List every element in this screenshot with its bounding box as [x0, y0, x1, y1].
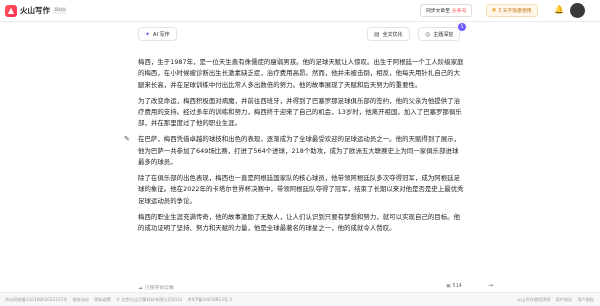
cloud-icon: ☁ — [138, 286, 143, 291]
ai-write-label: AI 写作 — [153, 31, 170, 38]
footer-user-privacy[interactable]: 用户隐私 — [577, 297, 594, 303]
sync-label: 同步文章至 — [426, 9, 450, 14]
sync-target: 头条号 — [452, 9, 467, 14]
footer-user-agreement[interactable]: 用户协议 — [555, 297, 572, 303]
word-count-value: 514 — [452, 284, 462, 289]
save-status-text: 已保存到云端 — [144, 286, 174, 291]
editor-area: ✦ AI 写作 ▤ 全文优化 ◎ 主题深挖 5 ✎ 梅西，生于1987年，是一位… — [0, 22, 600, 292]
coin-icon: ◉ — [492, 8, 497, 13]
top-bar: ▲ 火山写作 Beta 同步文章至 头条号 ◉ 3 天不限量使用 🔔 — [0, 0, 600, 22]
paragraph[interactable]: 梅西，生于1987年，是一位天生患有侏儒症的瘦弱男孩。他的足球天赋让人惊叹。出生… — [138, 57, 464, 91]
paragraph[interactable]: 在巴萨，梅西凭借卓越的球技和出色的表现，逐渐成为了全球最受欢迎的足球运动员之一。… — [138, 134, 464, 168]
trial-button[interactable]: ◉ 3 天不限量使用 — [486, 4, 538, 17]
save-status: ☁ 已保存到云端 — [138, 284, 174, 291]
sparkle-icon: ✦ — [145, 30, 151, 38]
trial-label: 3 天不限量使用 — [498, 9, 532, 14]
full-optimize-button[interactable]: ▤ 全文优化 — [367, 27, 410, 41]
footer: 京公网安备11010802032137号 服务协议 隐私政策 © 北京火山引擎科… — [0, 292, 600, 306]
footer-privacy[interactable]: 隐私政策 — [94, 297, 111, 303]
footer-service[interactable]: 服务协议 — [72, 297, 89, 303]
sync-to-toutiao-button[interactable]: 同步文章至 头条号 — [420, 4, 473, 17]
app-name: 火山写作 — [20, 6, 50, 15]
beta-badge: Beta — [53, 7, 68, 14]
full-optimize-label: 全文优化 — [382, 31, 403, 38]
doc-count-icon: ▣ — [446, 284, 451, 289]
paragraph[interactable]: 为了改变命运，梅西积极面对病魔，并前往西班牙，并得到了巴塞罗那足球俱乐部的签约，… — [138, 96, 464, 130]
footer-usage-statement[interactable]: 火山写作使用声明 — [517, 297, 551, 303]
paragraph[interactable]: 梅西的职业生涯充满传奇，他的故事激励了无数人，让人们认识到只要有梦想和努力，就可… — [138, 212, 464, 235]
footer-beian[interactable]: 京公网安备11010802032137号 — [5, 297, 67, 303]
word-count: ▣ 514 — [446, 284, 462, 289]
footer-copyright: © 北京火山引擎科技有限公司2022 — [115, 296, 183, 302]
volcano-logo-icon: ▲ — [5, 4, 17, 17]
bell-icon[interactable]: 🔔 — [554, 5, 564, 14]
topic-expand-label: 主题深挖 — [433, 31, 454, 38]
ai-write-button[interactable]: ✦ AI 写作 — [138, 27, 177, 41]
avatar[interactable] — [570, 3, 585, 18]
app-logo[interactable]: ▲ 火山写作 Beta — [5, 4, 68, 17]
document-body[interactable]: 梅西，生于1987年，是一位天生患有侏儒症的瘦弱男孩。他的足球天赋让人惊叹。出生… — [138, 57, 464, 239]
topic-expand-button[interactable]: ◎ 主题深挖 — [418, 27, 461, 41]
pen-icon[interactable]: ✎ — [124, 135, 130, 143]
document-icon: ▤ — [374, 30, 380, 38]
paragraph[interactable]: 除了在俱乐部的出色表现，梅西也一直是阿根廷国家队的核心球员，他带领阿根廷队多次夺… — [138, 173, 464, 207]
collapse-icon[interactable]: ⇥ — [488, 282, 493, 289]
topic-count-badge: 5 — [458, 23, 466, 31]
footer-icp[interactable]: 京ICP备20018813号-2 — [187, 297, 232, 303]
bulb-icon: ◎ — [425, 30, 431, 38]
